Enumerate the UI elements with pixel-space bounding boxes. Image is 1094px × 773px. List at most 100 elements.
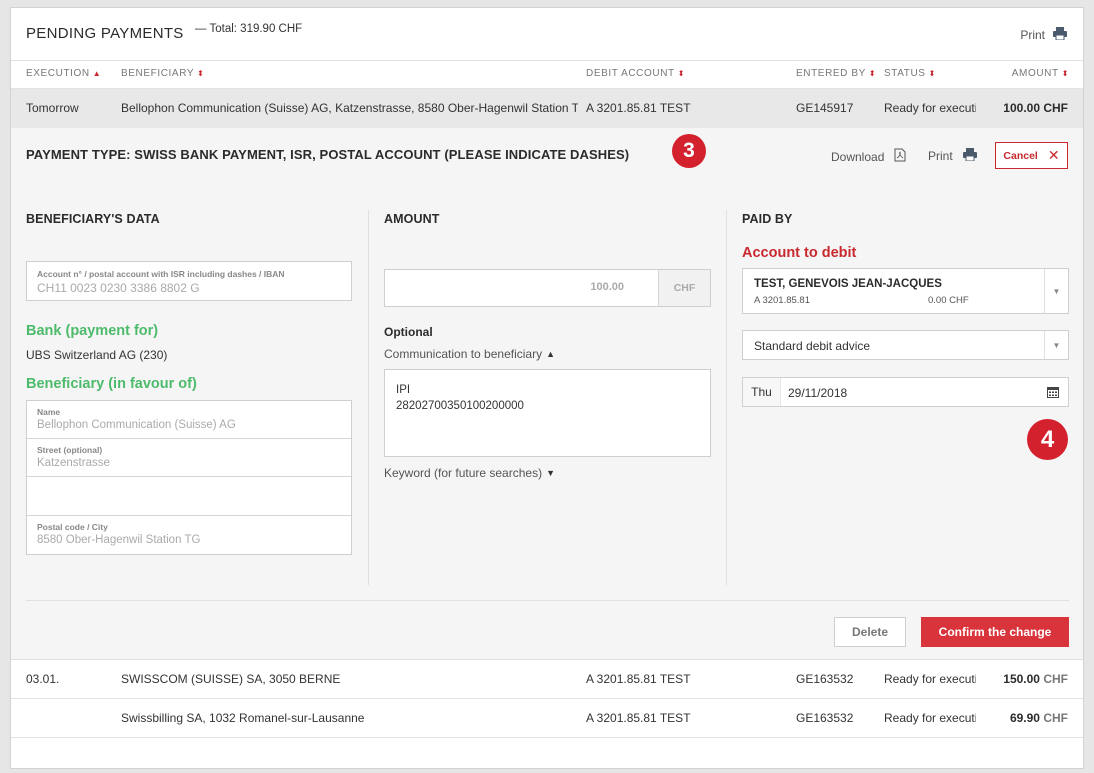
name-value: Bellophon Communication (Suisse) AG [37,419,236,431]
divider [26,600,1069,601]
column-amount[interactable]: AMOUNT ⬍ [1012,68,1069,79]
row-amount: 150.00 CHF [1003,672,1068,686]
calendar-icon[interactable] [1047,386,1059,401]
column-divider [368,210,369,585]
payment-detail-panel: PAYMENT TYPE: SWISS BANK PAYMENT, ISR, P… [11,128,1083,660]
payment-type-title: PAYMENT TYPE: SWISS BANK PAYMENT, ISR, P… [26,147,630,162]
row-debit-account: A 3201.85.81 TEST [586,101,691,115]
row-beneficiary: SWISSCOM (SUISSE) SA, 3050 BERNE [121,672,341,686]
dropdown-arrow-icon: ▼ [1044,269,1068,313]
debit-account-balance: 0.00 CHF [928,295,969,306]
sort-icon: ⬍ [1061,69,1069,78]
row-status: Ready for execution [884,711,976,725]
name-label: Name [37,407,61,417]
cancel-label: Cancel [1003,149,1038,162]
row-beneficiary: Swissbilling SA, 1032 Romanel-sur-Lausan… [121,711,365,725]
communication-line-2: 28202700350100200000 [396,400,524,412]
table-row-selected[interactable]: Tomorrow Bellophon Communication (Suisse… [11,89,1083,128]
column-status[interactable]: STATUS ⬍ [884,68,936,79]
communication-toggle[interactable]: Communication to beneficiary ▲ [384,347,555,361]
postal-code-value: 8580 Ober-Hagenwil Station TG [37,534,201,546]
step-badge-4: 4 [1027,419,1068,460]
beneficiary-heading: Beneficiary (in favour of) [26,376,197,392]
total-amount: — Total: 319.90 CHF [195,23,303,35]
account-to-debit-heading: Account to debit [742,245,857,261]
bank-heading: Bank (payment for) [26,323,159,339]
street-label: Street (optional) [37,445,103,455]
detail-print-button[interactable]: Print [928,148,977,164]
page-title: PENDING PAYMENTS [26,25,184,42]
sort-icon: ⬍ [677,69,686,78]
beneficiary-data-title: BENEFICIARY'S DATA [26,212,160,226]
step-badge-3: 3 [672,134,706,168]
row-execution: Tomorrow [26,101,79,115]
sort-asc-icon: ▲ [92,69,102,78]
keyword-label: Keyword (for future searches) [384,466,543,480]
print-label: Print [1020,28,1045,42]
chevron-down-icon: ▼ [546,468,555,478]
execution-date-field[interactable]: Thu 29/11/2018 [742,377,1069,407]
row-entered-by: GE163532 [796,672,854,686]
communication-line-1: IPI [396,384,411,396]
row-execution: 03.01. [26,672,60,686]
pdf-icon [894,148,906,165]
row-beneficiary: Bellophon Communication (Suisse) AG, Kat… [121,101,578,115]
communication-label: Communication to beneficiary [384,347,543,361]
column-entered-by[interactable]: ENTERED BY ⬍ [796,68,876,79]
download-label: Download [831,149,885,164]
keyword-toggle[interactable]: Keyword (for future searches) ▼ [384,466,555,480]
print-button[interactable]: Print [1020,27,1067,43]
sort-icon: ⬍ [868,69,877,78]
account-number-value: CH11 0023 0230 3386 8802 G [37,281,200,295]
debit-account-name: TEST, GENEVOIS JEAN-JACQUES [754,278,942,290]
communication-textarea[interactable]: IPI 28202700350100200000 [384,369,711,457]
table-row[interactable]: Swissbilling SA, 1032 Romanel-sur-Lausan… [11,699,1083,738]
download-button[interactable]: Download [831,148,906,165]
cancel-button[interactable]: Cancel ✕ [995,142,1068,169]
row-status: Ready for execution [884,101,976,115]
amount-field[interactable]: 100.00 CHF [384,269,711,307]
detail-print-label: Print [928,149,953,163]
table-header: EXECUTION ▲ BENEFICIARY ⬍ DEBIT ACCOUNT ⬍ E… [11,60,1083,89]
row-entered-by: GE163532 [796,711,854,725]
street-value: Katzenstrasse [37,457,110,469]
street-field[interactable]: Street (optional) Katzenstrasse [27,439,351,477]
confirm-change-button[interactable]: Confirm the change [921,617,1069,647]
postal-code-field[interactable]: Postal code / City 8580 Ober-Hagenwil St… [27,516,351,554]
close-icon: ✕ [1047,147,1060,163]
paid-by-title: PAID BY [742,212,793,226]
printer-icon [1053,27,1067,43]
amount-value: 100.00 [590,281,624,293]
row-debit-account: A 3201.85.81 TEST [586,672,691,686]
postal-code-label: Postal code / City [37,522,108,532]
optional-label: Optional [384,325,433,339]
chevron-up-icon: ▲ [546,349,555,359]
debit-account-number: A 3201.85.81 [754,295,810,306]
column-beneficiary[interactable]: BENEFICIARY ⬍ [121,68,204,79]
account-number-field[interactable]: Account n° / postal account with ISR inc… [26,261,352,301]
address-line-field[interactable] [27,477,351,516]
dropdown-arrow-icon: ▼ [1044,331,1068,359]
account-number-label: Account n° / postal account with ISR inc… [37,269,285,279]
delete-button[interactable]: Delete [834,617,906,647]
row-debit-account: A 3201.85.81 TEST [586,711,691,725]
row-amount: 69.90 CHF [1009,711,1068,725]
column-divider [726,210,727,585]
row-amount: 100.00 CHF [1003,101,1068,115]
amount-title: AMOUNT [384,212,440,226]
row-status: Ready for execution [884,672,976,686]
debit-advice-value: Standard debit advice [754,339,871,353]
column-debit-account[interactable]: DEBIT ACCOUNT ⬍ [586,68,685,79]
printer-icon [962,148,977,164]
date-day-label: Thu [743,378,781,406]
column-execution[interactable]: EXECUTION ▲ [26,68,101,79]
beneficiary-address-group: Name Bellophon Communication (Suisse) AG… [26,400,352,555]
debit-account-select[interactable]: TEST, GENEVOIS JEAN-JACQUES A 3201.85.81… [742,268,1069,314]
pending-payments-panel: PENDING PAYMENTS — Total: 319.90 CHF Pri… [10,7,1084,769]
sort-icon: ⬍ [197,69,205,78]
bank-value: UBS Switzerland AG (230) [26,348,168,362]
table-row[interactable]: 03.01. SWISSCOM (SUISSE) SA, 3050 BERNE … [11,660,1083,699]
sort-icon: ⬍ [928,69,936,78]
name-field[interactable]: Name Bellophon Communication (Suisse) AG [27,401,351,439]
debit-advice-select[interactable]: Standard debit advice ▼ [742,330,1069,360]
